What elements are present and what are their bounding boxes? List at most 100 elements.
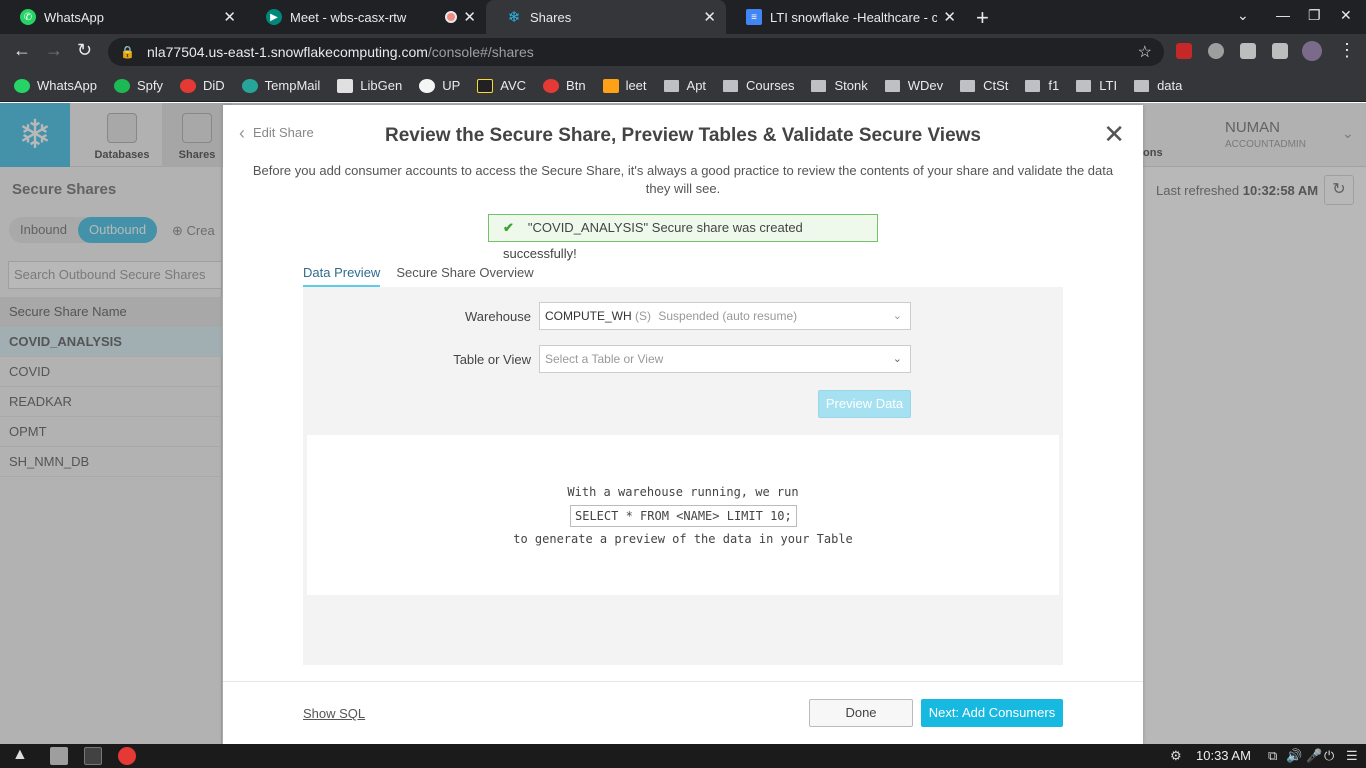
bookmark-star-icon[interactable]: ☆ (1138, 42, 1152, 62)
close-tab-icon[interactable]: ✕ (943, 8, 956, 26)
bookmark-item[interactable]: DiD (180, 78, 225, 93)
close-tab-icon[interactable]: ✕ (703, 8, 716, 26)
bookmark-label: LibGen (360, 78, 403, 93)
volume-icon[interactable]: 🔊 (1286, 748, 1302, 764)
modal-title: Review the Secure Share, Preview Tables … (385, 125, 981, 146)
power-icon[interactable]: ⏻ (1324, 748, 1334, 764)
tab-search-icon[interactable]: ⌄ (1237, 7, 1249, 24)
tab-whatsapp[interactable]: ✆ WhatsApp ✕ (0, 0, 246, 34)
new-tab-icon[interactable]: + (976, 5, 989, 31)
os-taskbar: ▲ ⚙ 10:33 AM ⧉ 🔊 🎤 ⏻ ☰ (0, 744, 1366, 768)
libgen-icon (337, 78, 354, 93)
tab-title: Meet - wbs-casx-rtw (290, 9, 407, 25)
folder-icon (960, 79, 976, 92)
tab-secure-share-overview[interactable]: Secure Share Overview (396, 265, 533, 287)
spotify-icon (113, 78, 130, 93)
tab-shares[interactable]: ❄ Shares ✕ (486, 0, 726, 34)
whatsapp-icon (14, 78, 30, 93)
preview-line: to generate a preview of the data in you… (513, 532, 853, 546)
bookmark-item[interactable]: WhatsApp (14, 78, 97, 93)
bookmark-label: Btn (566, 78, 586, 93)
menu-kebab-icon[interactable]: ⋮ (1338, 40, 1356, 61)
bookmark-label: DiD (203, 78, 225, 93)
forward-arrow-icon[interactable]: → (45, 40, 63, 61)
bookmark-folder[interactable]: Stonk (811, 78, 868, 93)
bookmark-label: Courses (746, 78, 795, 93)
terminal-icon[interactable] (84, 747, 102, 765)
bookmark-label: Apt (686, 78, 707, 93)
microphone-icon[interactable]: 🎤 (1306, 748, 1322, 764)
done-button[interactable]: Done (809, 699, 913, 727)
success-text: "COVID_ANALYSIS" Secure share was create… (503, 220, 803, 261)
warehouse-select[interactable]: COMPUTE_WH (S) Suspended (auto resume) ⌄ (539, 302, 911, 330)
folder-icon (884, 79, 900, 92)
minimize-icon[interactable]: — (1276, 7, 1290, 23)
bookmark-label: f1 (1048, 78, 1060, 93)
extensions-puzzle-icon[interactable] (1240, 43, 1256, 59)
preview-data-button[interactable]: Preview Data (818, 390, 911, 418)
chrome-icon[interactable] (118, 747, 136, 765)
gear-icon[interactable] (1208, 43, 1224, 59)
bookmark-folder[interactable]: Courses (723, 78, 794, 93)
modal-description: Before you add consumer accounts to acce… (252, 163, 1114, 196)
profile-avatar[interactable] (1302, 41, 1322, 61)
bookmark-label: TempMail (264, 78, 321, 93)
warehouse-label: Warehouse (465, 309, 531, 324)
bookmark-item[interactable]: Spfy (113, 78, 163, 93)
show-sql-link[interactable]: Show SQL (303, 706, 365, 721)
bookmark-label: Stonk (834, 78, 868, 93)
folder-icon (1025, 79, 1041, 92)
table-label: Table or View (453, 352, 531, 367)
folder-icon (663, 79, 679, 92)
globe-icon (419, 78, 436, 93)
back-arrow-icon[interactable]: ← (13, 40, 31, 61)
network-status-icon[interactable]: ⚙ (1170, 748, 1182, 764)
close-tab-icon[interactable]: ✕ (463, 8, 476, 26)
tab-meet[interactable]: ▶ Meet - wbs-casx-rtw ✕ (246, 0, 486, 34)
bookmark-folder[interactable]: CtSt (960, 78, 1008, 93)
media-queue-icon[interactable] (1272, 43, 1288, 59)
warehouse-size: (S) (635, 309, 652, 323)
bookmark-item[interactable]: Btn (543, 78, 586, 93)
table-placeholder: Select a Table or View (545, 352, 664, 366)
address-bar[interactable]: 🔒 nla77504.us-east-1.snowflakecomputing.… (108, 38, 1164, 66)
url-host: nla77504.us-east-1.snowflakecomputing.co… (146, 44, 428, 60)
close-icon[interactable]: ✕ (1103, 119, 1125, 150)
bookmark-item[interactable]: TempMail (241, 78, 321, 93)
folder-icon (1076, 79, 1092, 92)
bookmark-label: CtSt (983, 78, 1009, 93)
files-icon[interactable] (50, 747, 68, 765)
next-add-consumers-button[interactable]: Next: Add Consumers (921, 699, 1063, 727)
restore-icon[interactable]: ❐ (1308, 7, 1321, 24)
network-icon[interactable]: ⧉ (1268, 748, 1277, 764)
checkmark-icon: ✔ (503, 220, 514, 235)
bookmark-item[interactable]: UP (419, 78, 460, 93)
ublock-icon[interactable] (1176, 43, 1192, 59)
bookmark-folder[interactable]: LTI (1076, 78, 1117, 93)
bookmark-folder[interactable]: data (1134, 78, 1182, 93)
menu-icon[interactable]: ☰ (1346, 748, 1358, 764)
arch-launcher-icon[interactable]: ▲ (12, 746, 28, 764)
bookmark-label: data (1157, 78, 1183, 93)
close-window-icon[interactable]: ✕ (1340, 7, 1352, 24)
bookmark-item[interactable]: LibGen (337, 78, 402, 93)
tab-data-preview[interactable]: Data Preview (303, 265, 381, 287)
url-path: /console#/shares (427, 44, 534, 60)
table-select[interactable]: Select a Table or View ⌄ (539, 345, 911, 373)
lock-icon: 🔒 (120, 45, 135, 59)
close-tab-icon[interactable]: ✕ (223, 8, 236, 26)
bookmark-folder[interactable]: f1 (1025, 78, 1059, 93)
bookmark-folder[interactable]: Apt (663, 78, 707, 93)
bookmark-label: WhatsApp (37, 78, 97, 93)
clock[interactable]: 10:33 AM (1196, 748, 1251, 763)
bookmark-label: leet (625, 78, 647, 93)
warehouse-status: Suspended (auto resume) (658, 309, 798, 323)
bookmark-item[interactable]: AVC (477, 78, 526, 93)
review-share-modal: ‹ Edit Share Review the Secure Share, Pre… (223, 105, 1143, 744)
tab-title: LTI snowflake -Healthcare - co (770, 9, 938, 25)
tab-docs[interactable]: ≡ LTI snowflake -Healthcare - co ✕ (726, 0, 966, 34)
reload-icon[interactable]: ↻ (77, 40, 92, 61)
bookmark-item[interactable]: leet (602, 78, 647, 93)
data-preview-panel: Warehouse COMPUTE_WH (S) Suspended (auto… (303, 287, 1063, 665)
bookmark-folder[interactable]: WDev (884, 78, 943, 93)
